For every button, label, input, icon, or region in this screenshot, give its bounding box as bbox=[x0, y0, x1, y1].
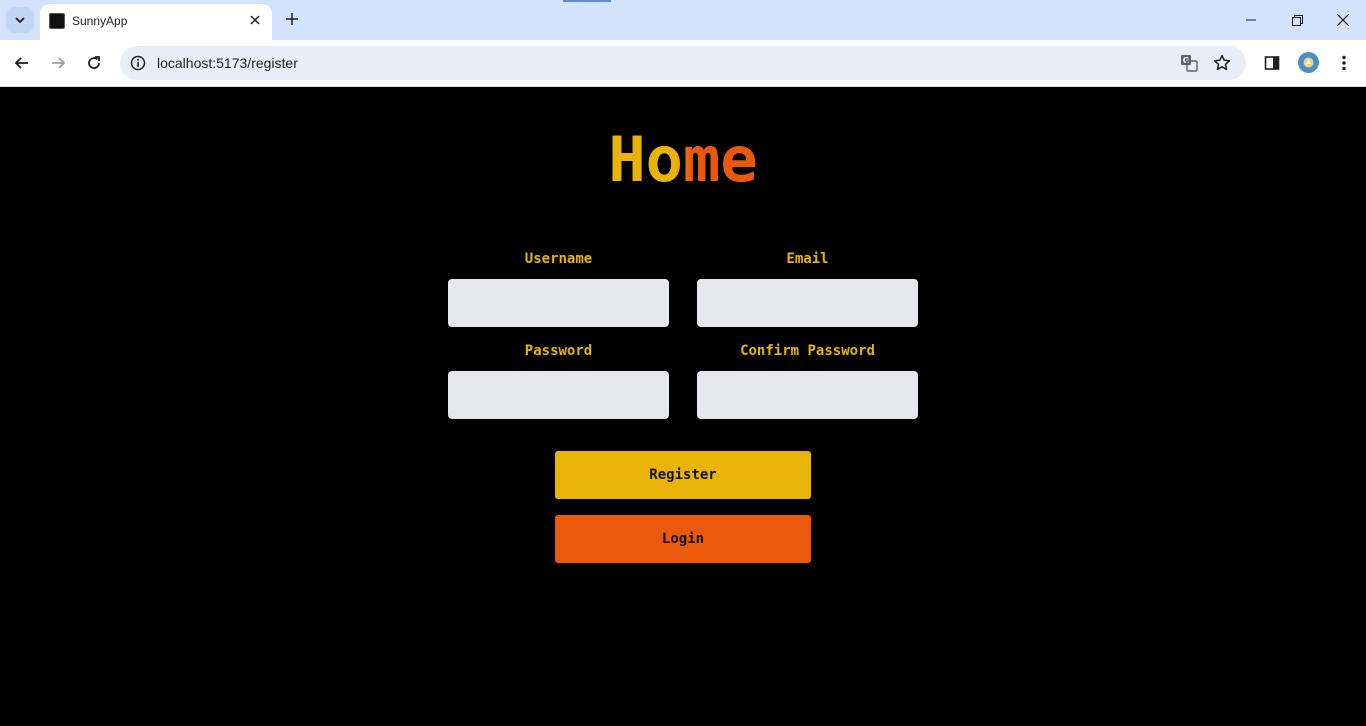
tab-close-button[interactable] bbox=[246, 11, 264, 29]
register-button[interactable]: Register bbox=[555, 451, 811, 499]
side-panel-icon bbox=[1264, 56, 1280, 70]
username-label: Username bbox=[524, 251, 593, 267]
close-icon bbox=[1337, 14, 1349, 26]
url-text[interactable]: localhost:5173/register bbox=[157, 55, 298, 71]
info-icon bbox=[130, 55, 146, 71]
tab-drag-indicator bbox=[563, 0, 611, 2]
tab-strip: SunnyApp bbox=[0, 0, 1366, 40]
password-label: Password bbox=[524, 343, 593, 359]
page-content: Home Username Email Password Confirm Pas… bbox=[0, 87, 1366, 726]
kebab-menu-icon bbox=[1342, 55, 1346, 71]
forward-button[interactable] bbox=[45, 50, 71, 76]
plus-icon bbox=[286, 13, 298, 25]
tab-title: SunnyApp bbox=[72, 14, 128, 28]
tab-search-button[interactable] bbox=[6, 7, 34, 33]
browser-toolbar: localhost:5173/register G bbox=[0, 40, 1366, 87]
browser-menu-button[interactable] bbox=[1332, 51, 1356, 75]
favicon-icon bbox=[49, 13, 65, 29]
avatar-icon bbox=[1303, 57, 1314, 68]
browser-tab[interactable]: SunnyApp bbox=[40, 4, 272, 40]
side-panel-button[interactable] bbox=[1260, 51, 1284, 75]
star-icon bbox=[1213, 54, 1231, 71]
email-input[interactable] bbox=[697, 279, 918, 327]
confirm-password-label: Confirm Password bbox=[740, 343, 875, 359]
page-title: Home bbox=[0, 124, 1366, 196]
email-label: Email bbox=[786, 251, 829, 267]
minimize-button[interactable] bbox=[1236, 6, 1266, 34]
translate-icon: G bbox=[1181, 55, 1198, 72]
new-tab-button[interactable] bbox=[282, 9, 302, 29]
chevron-down-icon bbox=[15, 17, 25, 24]
confirm-password-input[interactable] bbox=[697, 371, 918, 419]
username-input[interactable] bbox=[448, 279, 669, 327]
address-bar[interactable]: localhost:5173/register G bbox=[120, 46, 1246, 80]
login-button[interactable]: Login bbox=[555, 515, 811, 563]
password-input[interactable] bbox=[448, 371, 669, 419]
restore-icon bbox=[1291, 14, 1303, 26]
minimize-icon bbox=[1246, 19, 1256, 21]
close-icon bbox=[250, 15, 260, 25]
restore-button[interactable] bbox=[1282, 6, 1312, 34]
translate-button[interactable]: G bbox=[1179, 53, 1199, 73]
bookmark-button[interactable] bbox=[1212, 53, 1232, 73]
close-window-button[interactable] bbox=[1328, 6, 1358, 34]
arrow-left-icon bbox=[14, 57, 28, 69]
back-button[interactable] bbox=[9, 50, 35, 76]
reload-icon bbox=[88, 56, 100, 69]
profile-avatar[interactable] bbox=[1298, 52, 1319, 73]
reload-button[interactable] bbox=[81, 50, 107, 76]
arrow-right-icon bbox=[52, 57, 66, 69]
site-info-button[interactable] bbox=[128, 53, 148, 73]
